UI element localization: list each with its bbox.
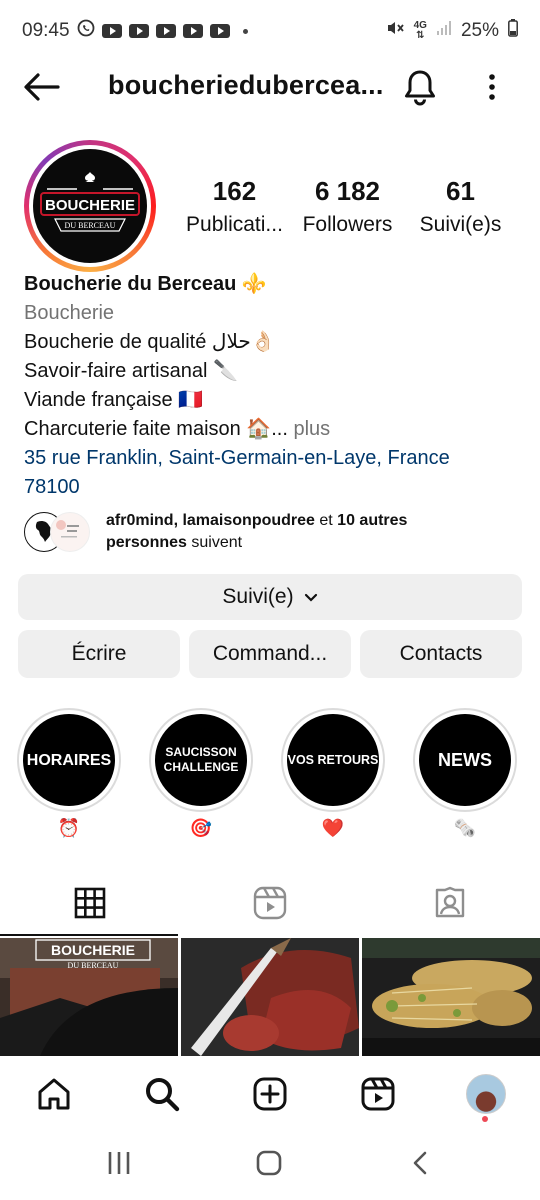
post-thumbnail[interactable]: BOUCHERIE DU BERCEAU — [0, 938, 178, 1056]
home-icon[interactable] — [32, 1072, 76, 1116]
reels-nav-icon[interactable] — [356, 1072, 400, 1116]
profile-tabs — [0, 874, 540, 936]
chevron-down-icon — [304, 585, 318, 609]
stat-followers[interactable]: 6 182 Followers — [291, 176, 404, 237]
target-icon: 🎯 — [189, 818, 213, 838]
tab-tagged[interactable] — [360, 874, 540, 936]
more-notifications-dot-icon — [242, 28, 248, 34]
address-link[interactable]: 35 rue Franklin, Saint-Germain-en-Laye, … — [24, 444, 524, 502]
posts-grid: BOUCHERIE DU BERCEAU — [0, 938, 540, 1056]
heart-icon: ❤️ — [321, 818, 345, 838]
youtube-notification-icon — [101, 24, 122, 38]
home-button-icon[interactable] — [256, 1150, 282, 1181]
stat-posts-value: 162 — [212, 176, 257, 206]
order-button[interactable]: Command... — [189, 630, 351, 678]
system-navigation-bar — [0, 1130, 540, 1200]
signal-icon — [436, 20, 452, 42]
battery-icon — [508, 19, 518, 43]
bio-line: Savoir-faire artisanal 🔪 — [24, 360, 238, 382]
contacts-button[interactable]: Contacts — [360, 630, 522, 678]
tagged-user-icon — [433, 886, 467, 925]
bio-line: Viande française 🇫🇷 — [24, 389, 204, 411]
avatar-logo-subtext: DU BERCEAU — [65, 221, 116, 230]
profile-username: boucheriedubercea... — [108, 70, 384, 100]
profile-display-name: Boucherie du Berceau ⚜️ — [24, 273, 267, 295]
highlight-news[interactable]: NEWS 🗞️ — [413, 708, 517, 839]
youtube-notification-icon — [182, 24, 203, 38]
highlight-title: NEWS — [419, 714, 511, 806]
followed-by-text: afr0mind, lamaisonpoudree et 10 autres p… — [106, 512, 408, 551]
alarm-clock-icon: ⏰ — [57, 818, 81, 838]
avatar-logo-text: BOUCHERIE — [45, 197, 135, 214]
highlight-vos-retours[interactable]: VOS RETOURS ❤️ — [281, 708, 385, 839]
more-vertical-icon[interactable] — [480, 70, 504, 104]
profile-category: Boucherie — [24, 302, 115, 324]
following-button-label: Suivi(e) — [222, 585, 294, 608]
profile-nav-avatar[interactable] — [464, 1072, 508, 1116]
status-bar: 09:45 4G ⇅ 25% — [0, 0, 540, 62]
grid-icon — [74, 887, 106, 924]
tab-reels[interactable] — [180, 874, 360, 936]
battery-level: 25% — [460, 20, 499, 41]
stat-followers-value: 6 182 — [314, 176, 381, 206]
stat-posts[interactable]: 162 Publicati... — [178, 176, 291, 237]
notification-dot — [482, 1116, 488, 1122]
youtube-notification-icon — [155, 24, 176, 38]
bio-more-link[interactable]: plus — [293, 418, 330, 440]
stat-following-value: 61 — [446, 176, 475, 206]
stat-following[interactable]: 61 Suivi(e)s — [404, 176, 517, 237]
youtube-notification-icon — [128, 24, 149, 38]
bell-icon[interactable] — [402, 68, 438, 106]
profile-stats: 162 Publicati... 6 182 Followers 61 Suiv… — [178, 176, 518, 237]
stat-following-label: Suivi(e)s — [419, 213, 502, 236]
whatsapp-icon — [77, 19, 95, 43]
post-thumbnail[interactable] — [362, 938, 540, 1056]
post-logo-text: BOUCHERIE — [51, 942, 135, 958]
follower-avatar — [50, 512, 90, 552]
post-logo-subtext: DU BERCEAU — [68, 961, 119, 970]
bio-line-with-more: Charcuterie faite maison 🏠... plus — [24, 415, 524, 444]
stat-posts-label: Publicati... — [186, 213, 283, 236]
search-icon[interactable] — [140, 1072, 184, 1116]
boucherie-logo: BOUCHERIE DU BERCEAU — [33, 149, 147, 263]
tab-posts-grid[interactable] — [0, 874, 180, 936]
highlight-title: HORAIRES — [23, 714, 115, 806]
active-tab-indicator — [0, 934, 178, 936]
status-time: 09:45 — [22, 20, 70, 41]
back-arrow-icon[interactable] — [22, 72, 62, 102]
profile-header: boucheriedubercea... — [0, 62, 540, 112]
network-type: 4G ⇅ — [413, 20, 427, 41]
profile-avatar[interactable]: BOUCHERIE DU BERCEAU — [24, 140, 156, 272]
followed-by[interactable]: afr0mind, lamaisonpoudree et 10 autres p… — [24, 510, 506, 554]
bottom-navigation — [0, 1058, 540, 1130]
profile-bio: Boucherie du Berceau ⚜️ Boucherie Bouche… — [24, 270, 524, 502]
bio-line: Boucherie de qualité حلال👌🏻 — [24, 331, 276, 353]
recent-apps-icon[interactable] — [106, 1150, 132, 1181]
highlight-horaires[interactable]: HORAIRES ⏰ — [17, 708, 121, 839]
bio-line: Charcuterie faite maison 🏠... — [24, 418, 288, 440]
following-button[interactable]: Suivi(e) — [18, 574, 522, 620]
highlight-title: VOS RETOURS — [287, 714, 379, 806]
youtube-notification-icon — [209, 24, 230, 38]
stat-followers-label: Followers — [302, 213, 393, 236]
avatar — [466, 1074, 506, 1114]
post-thumbnail[interactable] — [181, 938, 359, 1056]
reels-icon — [253, 886, 287, 925]
message-button[interactable]: Écrire — [18, 630, 180, 678]
create-post-icon[interactable] — [248, 1072, 292, 1116]
highlight-saucisson-challenge[interactable]: SAUCISSON CHALLENGE 🎯 — [149, 708, 253, 839]
highlight-title: SAUCISSON CHALLENGE — [155, 714, 247, 806]
newspaper-icon: 🗞️ — [453, 818, 477, 838]
back-button-icon[interactable] — [410, 1150, 430, 1181]
mute-icon — [385, 18, 405, 44]
